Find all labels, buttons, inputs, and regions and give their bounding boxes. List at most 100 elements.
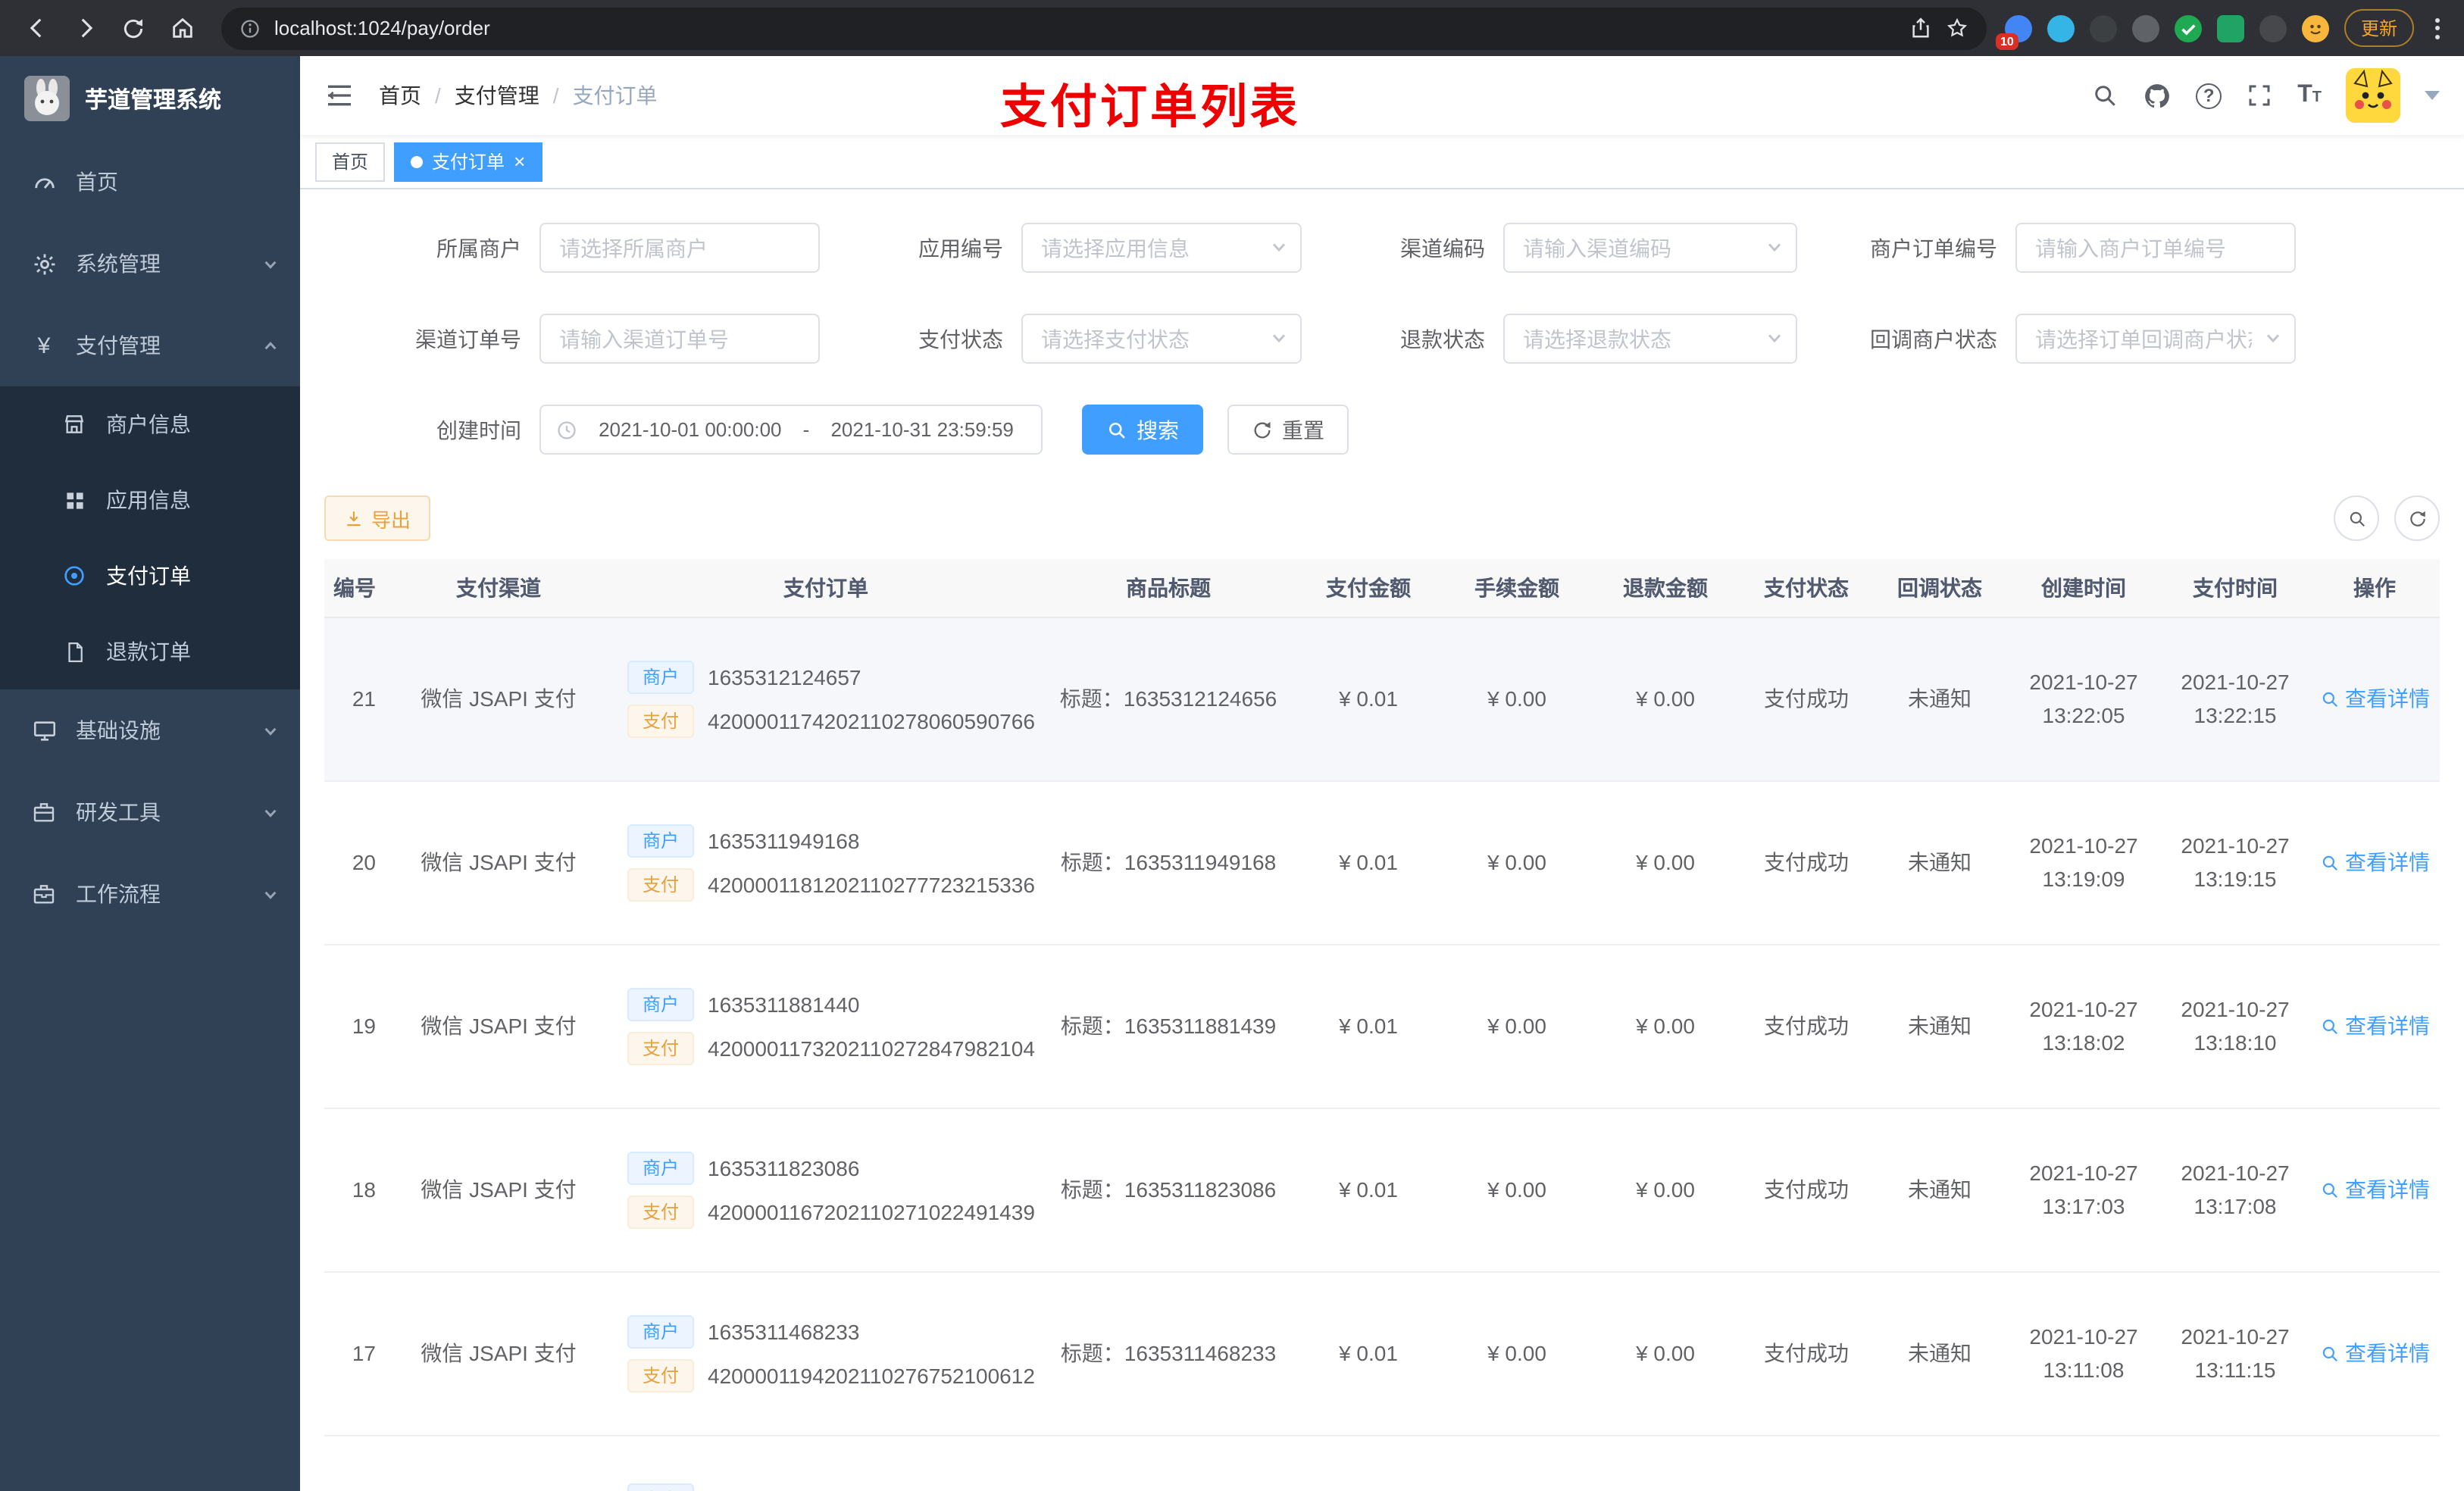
order-pay-time: 2021-10-27 13:11:15 [2161, 1271, 2309, 1436]
orders-thead-row: 编号 支付渠道 支付订单 商品标题 支付金额 手续金额 退款金额 支付状态 回调状态 创建时间 支付… [324, 559, 2440, 617]
extension-icon[interactable] [2174, 14, 2202, 42]
home-icon[interactable] [161, 7, 203, 49]
extension-icon[interactable] [2047, 14, 2075, 42]
reload-icon[interactable] [112, 7, 155, 49]
order-numbers: 商户 1635311881440 支付 42000011732021102728… [609, 944, 1043, 1108]
avatar[interactable] [2346, 68, 2400, 123]
toggle-search-button[interactable] [2334, 495, 2379, 541]
help-icon[interactable]: ? [2196, 83, 2222, 108]
refresh-button[interactable] [2394, 495, 2440, 541]
sidebar-item-refund-order[interactable]: 退款订单 [0, 614, 300, 689]
app-select[interactable] [1021, 223, 1302, 273]
font-size-icon[interactable]: TT [2297, 83, 2322, 108]
view-detail-link[interactable]: 查看详情 [2319, 1338, 2430, 1368]
yen-icon: ¥ [37, 333, 51, 358]
order-actions: 查看详情 [2309, 1435, 2440, 1491]
sidebar-item-dev-tools[interactable]: 研发工具 [0, 771, 300, 853]
briefcase-icon [30, 880, 58, 908]
view-detail-link[interactable]: 查看详情 [2319, 683, 2430, 714]
merchant-tag: 商户 [627, 824, 695, 857]
sidebar-item-merchant-info[interactable]: 商户信息 [0, 386, 300, 462]
order-refund: ¥ 0.00 [1591, 617, 1740, 781]
date-range-picker[interactable]: 2021-10-01 00:00:00 - 2021-10-31 23:59:5… [539, 405, 1043, 455]
order-numbers: 商户 1635312124657 支付 42000011742021102780… [609, 617, 1043, 781]
filter-create-time: 创建时间 2021-10-01 00:00:00 - 2021-10-31 23… [324, 405, 1043, 455]
order-amount [1294, 1435, 1443, 1491]
order-id: 17 [324, 1271, 388, 1436]
tab-home[interactable]: 首页 [315, 142, 386, 181]
sidebar-item-workflow[interactable]: 工作流程 [0, 853, 300, 935]
view-detail-link[interactable]: 查看详情 [2319, 1011, 2430, 1041]
back-icon[interactable] [15, 7, 58, 49]
sidebar-item-label: 退款订单 [106, 639, 191, 664]
browser-menu-icon[interactable] [2429, 17, 2446, 39]
browser-update-button[interactable]: 更新 [2344, 9, 2414, 47]
order-title [1043, 1435, 1294, 1491]
extension-icon[interactable] [2089, 14, 2117, 42]
extension-icon[interactable] [2216, 14, 2244, 42]
forward-icon[interactable] [64, 7, 106, 49]
search-icon[interactable] [2091, 82, 2118, 109]
url-text[interactable]: localhost:1024/pay/order [274, 17, 1896, 39]
merchant-order-no: 1635311468233 [708, 1319, 860, 1343]
refund-status-select[interactable] [1503, 314, 1797, 364]
sidebar-item-app-info[interactable]: 应用信息 [0, 462, 300, 538]
order-actions: 查看详情 [2309, 944, 2440, 1108]
sidebar-item-pay-order[interactable]: 支付订单 [0, 538, 300, 614]
close-icon[interactable]: × [514, 152, 525, 171]
notify-status-select[interactable] [2015, 314, 2296, 364]
column-header: 创建时间 [2006, 559, 2161, 617]
sidebar-item-infrastructure[interactable]: 基础设施 [0, 689, 300, 771]
export-button[interactable]: 导出 [324, 495, 431, 541]
column-header: 支付时间 [2161, 559, 2309, 617]
tab-pay-order[interactable]: 支付订单 × [394, 142, 543, 181]
reset-button[interactable]: 重置 [1227, 405, 1349, 455]
sidebar-item-label: 支付管理 [76, 333, 161, 358]
sidebar-item-home[interactable]: 首页 [0, 141, 300, 223]
pay-tag: 支付 [627, 867, 695, 901]
profile-avatar-icon[interactable] [2301, 14, 2329, 42]
pay-order-no: 4200001167202110271022491439 [708, 1199, 1035, 1224]
merchant-order-no-input[interactable] [2015, 223, 2296, 273]
order-id: 18 [324, 1108, 388, 1272]
filter-merchant-order-no: 商户订单编号 [1806, 223, 2296, 273]
view-detail-link[interactable]: 查看详情 [2319, 847, 2430, 877]
pay-status-select[interactable] [1021, 314, 1302, 364]
breadcrumb-current: 支付订单 [572, 83, 658, 108]
hamburger-icon[interactable] [324, 80, 355, 111]
table-row: 20 微信 JSAPI 支付 商户 1635311949168 支付 42000… [324, 780, 2440, 945]
merchant-input[interactable] [539, 223, 820, 273]
fullscreen-icon[interactable] [2246, 82, 2273, 109]
extension-icon[interactable] [2131, 14, 2159, 42]
channel-order-no-input[interactable] [539, 314, 820, 364]
order-channel [388, 1435, 609, 1491]
order-channel: 微信 JSAPI 支付 [388, 944, 609, 1108]
order-pay-time: 2021-10-27 13:19:15 [2161, 780, 2309, 945]
merchant-tag: 商户 [627, 987, 695, 1021]
share-icon[interactable] [1909, 17, 1932, 39]
view-detail-link[interactable]: 查看详情 [2319, 1174, 2430, 1205]
logo-image [24, 76, 70, 121]
date-end[interactable]: 2021-10-31 23:59:59 [818, 418, 1026, 441]
caret-down-icon[interactable] [2425, 91, 2440, 100]
info-icon[interactable] [239, 17, 261, 39]
sidebar-item-payment[interactable]: ¥ 支付管理 [0, 305, 300, 386]
order-title: 标题：1635311468233 [1043, 1271, 1294, 1436]
column-header: 手续金额 [1443, 559, 1591, 617]
github-icon[interactable] [2143, 81, 2172, 110]
sidebar-item-system[interactable]: 系统管理 [0, 223, 300, 305]
extension-icon[interactable] [2259, 14, 2287, 42]
extension-icon[interactable]: 10 [1995, 14, 2032, 49]
merchant-tag: 商户 [627, 1151, 695, 1184]
filter-app-id: 应用编号 [829, 223, 1302, 273]
filter-channel-code: 渠道编码 [1311, 223, 1797, 273]
channel-code-select[interactable] [1503, 223, 1797, 273]
date-start[interactable]: 2021-10-01 00:00:00 [586, 418, 794, 441]
pay-order-no: 4200001194202110276752100612 [708, 1363, 1035, 1387]
search-button[interactable]: 搜索 [1082, 405, 1203, 455]
breadcrumb-home[interactable]: 首页 [379, 80, 421, 111]
breadcrumb-payment[interactable]: 支付管理 [455, 80, 539, 111]
tab-label: 支付订单 [432, 152, 505, 173]
url-bar[interactable]: localhost:1024/pay/order [221, 7, 1987, 49]
star-icon[interactable] [1946, 17, 1968, 39]
